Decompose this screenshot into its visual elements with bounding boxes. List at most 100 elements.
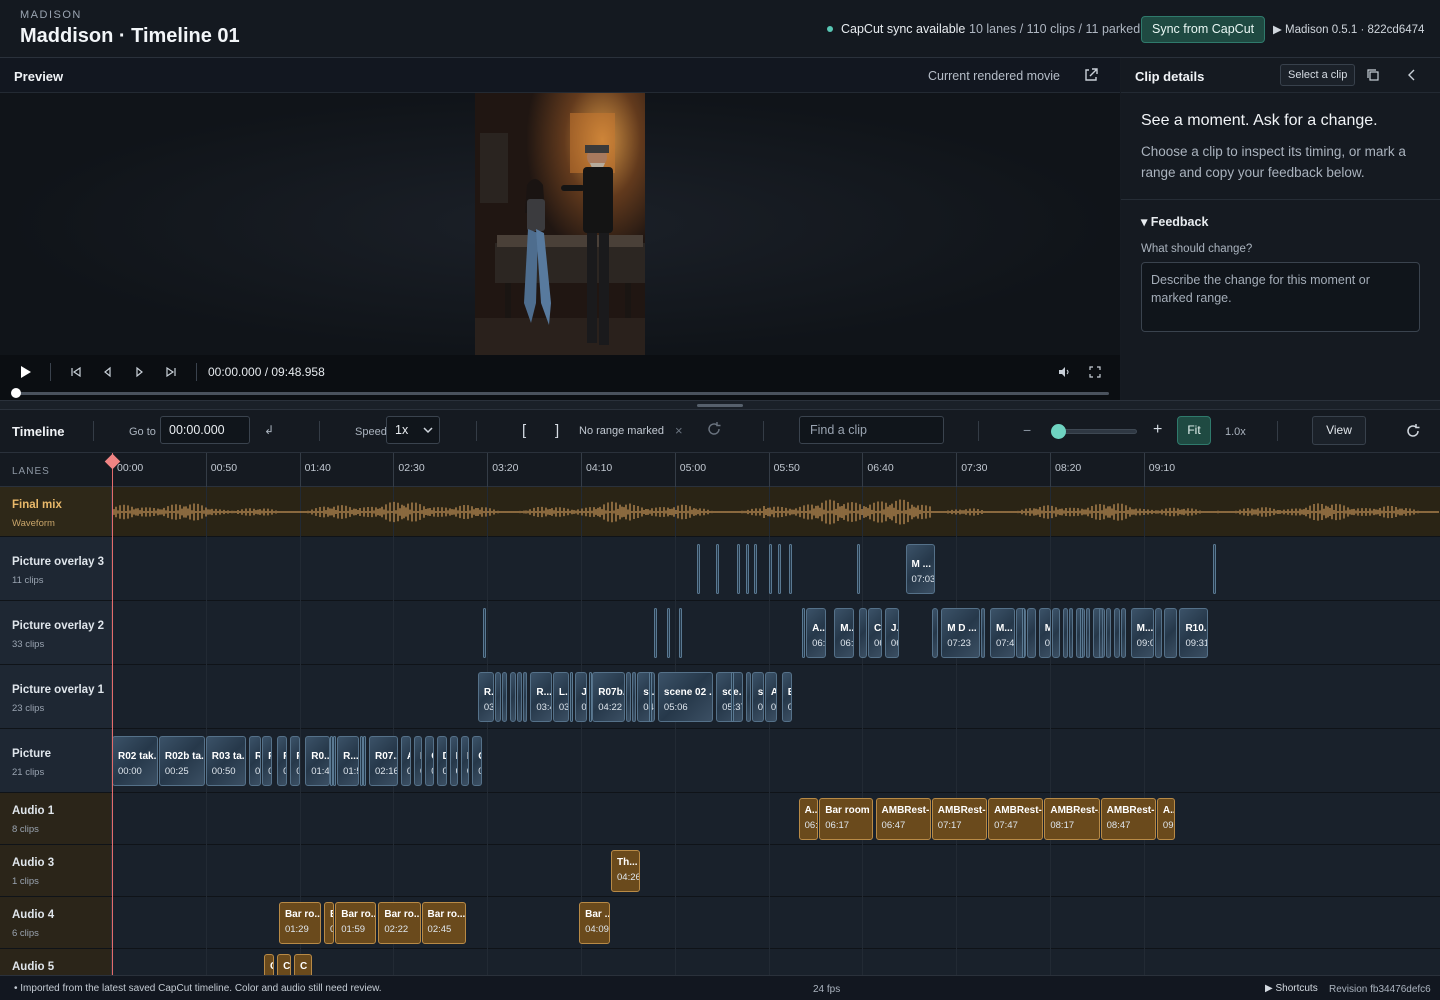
video-clip[interactable]: R... 03: — [477, 672, 494, 722]
fullscreen-icon[interactable] — [1087, 364, 1103, 380]
skip-start-icon[interactable] — [68, 364, 84, 380]
audio-clip[interactable]: C — [263, 954, 275, 975]
drag-handle-icon[interactable] — [697, 404, 743, 407]
audio-clip[interactable]: C — [277, 954, 292, 975]
video-clip[interactable] — [1155, 608, 1162, 658]
scrub-handle[interactable] — [11, 388, 21, 398]
speed-select[interactable]: 1x — [386, 416, 440, 444]
video-clip[interactable] — [1213, 544, 1217, 594]
audio-clip[interactable]: Th... 04:26 — [611, 850, 641, 892]
audio-clip[interactable]: AMBRest-... 07:47 — [988, 798, 1044, 840]
video-clip[interactable] — [517, 672, 522, 722]
video-clip[interactable] — [522, 672, 528, 722]
timeline-lane[interactable]: Picture overlay 2 33 clips A... 06:0 M... 06:… — [0, 601, 1440, 665]
audio-clip[interactable]: Bar ro... 01:29 — [278, 902, 322, 944]
video-clip[interactable] — [716, 544, 720, 594]
audio-clip[interactable]: C — [293, 954, 312, 975]
video-clip[interactable]: R 01 — [262, 736, 273, 786]
video-clip[interactable] — [789, 544, 793, 594]
video-clip[interactable] — [509, 672, 517, 722]
skip-end-icon[interactable] — [163, 364, 179, 380]
video-clip[interactable] — [753, 544, 757, 594]
video-clip[interactable]: J... 04 — [575, 672, 588, 722]
video-clip[interactable]: M D ... 07:23 — [941, 608, 980, 658]
sync-from-capcut-button[interactable]: Sync from CapCut — [1141, 16, 1266, 43]
video-clip[interactable] — [1164, 608, 1177, 658]
lane-header[interactable]: Picture overlay 2 33 clips — [0, 601, 112, 664]
video-clip[interactable] — [1021, 608, 1025, 658]
zoom-in-button[interactable]: + — [1153, 421, 1162, 439]
timeline-lane[interactable]: Audio 5CCC — [0, 949, 1440, 975]
goto-enter-icon[interactable]: ↲ — [264, 423, 274, 437]
video-clip[interactable]: scene 02 ... 05:06 — [657, 672, 714, 722]
frame-back-icon[interactable] — [100, 364, 116, 380]
audio-clip[interactable]: B... 01 — [323, 902, 335, 944]
audio-clip[interactable]: AMBRest-... 06:47 — [875, 798, 931, 840]
audio-clip[interactable]: AMBRest-... 07:17 — [931, 798, 988, 840]
video-clip[interactable] — [697, 544, 701, 594]
video-clip[interactable]: B... 06 — [781, 672, 792, 722]
video-clip[interactable]: D0 — [436, 736, 447, 786]
audio-clip[interactable]: A... 09:1 — [1156, 798, 1175, 840]
video-clip[interactable] — [1080, 608, 1084, 658]
video-clip[interactable]: M... 06:2 — [834, 608, 854, 658]
video-clip[interactable] — [802, 608, 806, 658]
video-clip[interactable] — [502, 672, 507, 722]
audio-clip[interactable]: AMBRest-... 08:17 — [1044, 798, 1100, 840]
video-clip[interactable]: R03 ta... 00:50 — [205, 736, 247, 786]
video-clip[interactable] — [980, 608, 986, 658]
audio-clip[interactable]: Bar room ... 06:17 — [819, 798, 873, 840]
timeline-lane[interactable]: Picture 21 clips R02 tak... 00:00 R02b ta...… — [0, 729, 1440, 793]
lane-header[interactable]: Picture 21 clips — [0, 729, 112, 792]
mark-out-button[interactable]: ] — [555, 422, 559, 439]
refresh-icon[interactable] — [1405, 423, 1421, 439]
video-clip[interactable]: G0 — [472, 736, 483, 786]
video-clip[interactable] — [1051, 608, 1061, 658]
video-clip[interactable] — [1027, 608, 1036, 658]
video-clip[interactable]: R... 01 — [248, 736, 262, 786]
video-clip[interactable]: M... 09:04 — [1130, 608, 1155, 658]
shortcuts-toggle[interactable]: ▶ Shortcuts — [1265, 983, 1318, 994]
video-clip[interactable] — [1063, 608, 1068, 658]
view-button[interactable]: View — [1312, 416, 1366, 445]
video-clip[interactable] — [731, 672, 735, 722]
video-clip[interactable] — [494, 672, 502, 722]
chevron-left-icon[interactable] — [1404, 67, 1420, 83]
video-clip[interactable] — [569, 672, 573, 722]
video-clip[interactable] — [333, 736, 337, 786]
video-clip[interactable]: s... 05: — [751, 672, 764, 722]
timeline-lane[interactable]: Picture overlay 1 23 clips R... 03: R... 03:4… — [0, 665, 1440, 729]
video-clip[interactable] — [1068, 608, 1074, 658]
video-clip[interactable] — [1085, 608, 1091, 658]
video-clip[interactable] — [667, 608, 671, 658]
video-clip[interactable] — [1106, 608, 1111, 658]
audio-clip[interactable]: Bar ro... 02:22 — [378, 902, 421, 944]
waveform[interactable] — [112, 487, 1440, 537]
zoom-out-button[interactable]: − — [1023, 422, 1031, 438]
lane-header[interactable]: Picture overlay 3 11 clips — [0, 537, 112, 600]
video-clip[interactable]: L... 03:5 — [552, 672, 569, 722]
video-clip[interactable]: R02 tak... 00:00 — [112, 736, 158, 786]
video-clip[interactable]: C... 06 — [868, 608, 883, 658]
video-clip[interactable] — [736, 544, 740, 594]
video-clip[interactable]: A... 06 — [764, 672, 777, 722]
video-clip[interactable]: M... 08 — [1038, 608, 1051, 658]
video-clip[interactable]: A0 — [400, 736, 412, 786]
timeline-lane[interactable]: Audio 3 1 clips Th... 04:26 — [0, 845, 1440, 897]
timeline-lane[interactable]: Final mix Waveform — [0, 487, 1440, 537]
zoom-slider[interactable] — [1055, 429, 1137, 434]
video-clip[interactable] — [631, 672, 637, 722]
video-clip[interactable] — [678, 608, 682, 658]
video-clip[interactable] — [359, 736, 363, 786]
video-clip[interactable] — [746, 672, 751, 722]
video-clip[interactable]: R... 03:45 — [530, 672, 552, 722]
play-icon[interactable] — [17, 364, 33, 380]
video-clip[interactable] — [768, 544, 772, 594]
timeline-lane[interactable]: Audio 1 8 clips A... 06:0 Bar room ... 06:17 A… — [0, 793, 1440, 845]
video-clip[interactable] — [1098, 608, 1104, 658]
video-clip[interactable] — [1113, 608, 1121, 658]
video-clip[interactable]: s...04:50 — [637, 672, 656, 722]
lane-header[interactable]: Audio 1 8 clips — [0, 793, 112, 844]
video-clip[interactable] — [746, 544, 750, 594]
video-clip[interactable]: R 01 — [290, 736, 301, 786]
